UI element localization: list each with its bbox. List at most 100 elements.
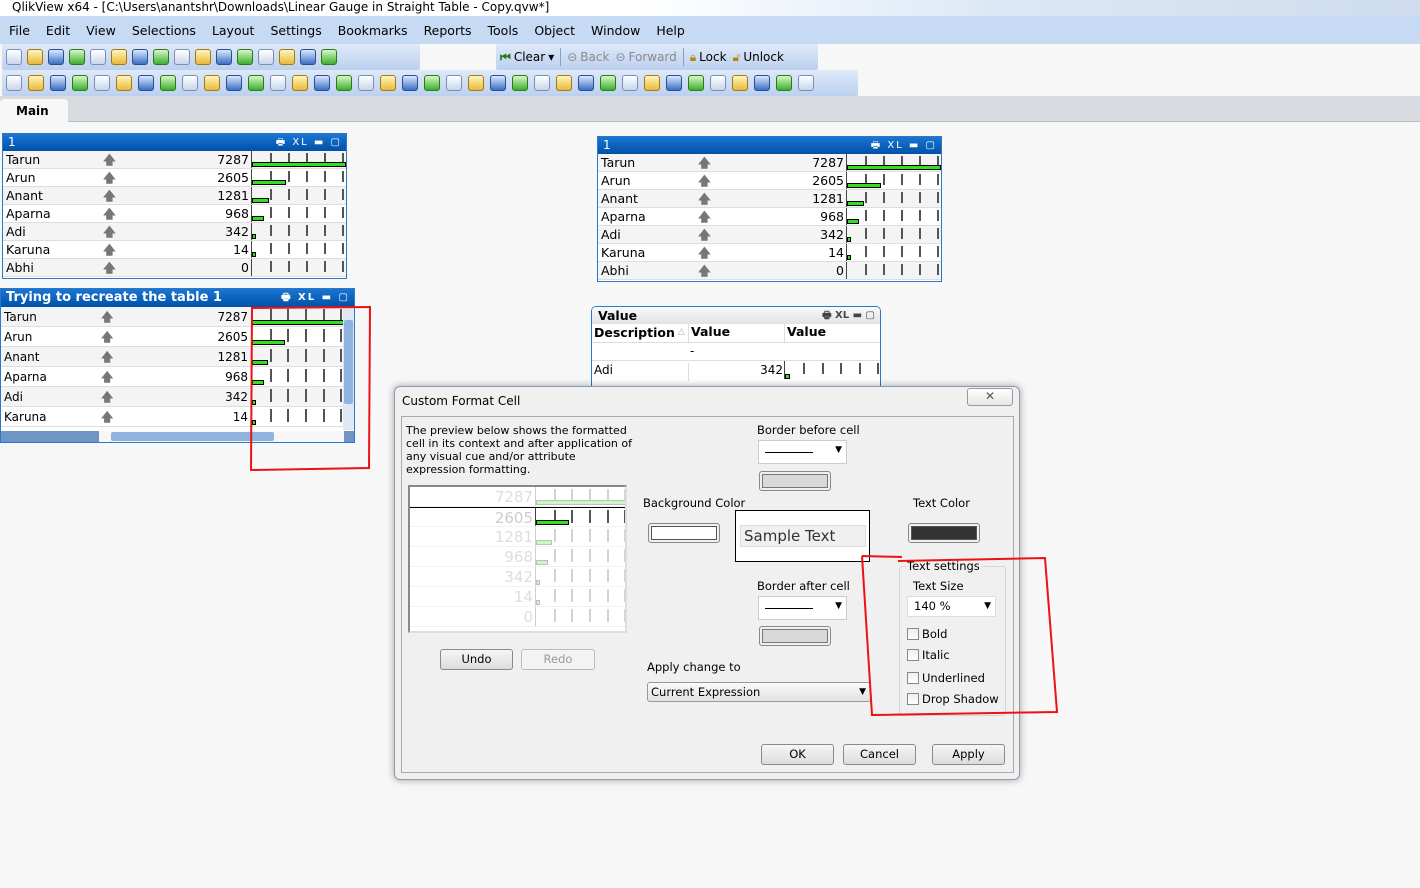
- checkbox-box[interactable]: [907, 649, 919, 661]
- border-before-color[interactable]: [759, 471, 831, 491]
- window-controls[interactable]: 🖶 XL ▬ ▢: [822, 307, 875, 324]
- menu-selections[interactable]: Selections: [132, 23, 196, 38]
- context-help-icon[interactable]: [321, 49, 337, 65]
- menu-window[interactable]: Window: [591, 23, 640, 38]
- table-row[interactable]: Karuna 🡅 14: [1, 407, 354, 427]
- listbox-icon[interactable]: [94, 75, 110, 91]
- column-header-description[interactable]: Description: [594, 325, 675, 340]
- table-row[interactable]: Arun 🡅 2605: [3, 169, 346, 187]
- reload-data-icon[interactable]: [132, 49, 148, 65]
- border-before-select[interactable]: ▼: [758, 440, 847, 464]
- chart-icon[interactable]: [182, 75, 198, 91]
- straight-table-1-copy[interactable]: 1 🖶 XL ▬ ▢ Tarun 🡅 7287 Arun 🡅 2605 Anant…: [597, 136, 942, 282]
- center-v-icon[interactable]: [578, 75, 594, 91]
- menu-reports[interactable]: Reports: [424, 23, 472, 38]
- align-bottom-icon[interactable]: [556, 75, 572, 91]
- apply-button[interactable]: Apply: [932, 744, 1005, 765]
- sheet-properties-icon[interactable]: [72, 75, 88, 91]
- straight-table-1[interactable]: 1 🖶 XL ▬ ▢ Tarun 🡅 7287 Arun 🡅 2605 Anant…: [2, 133, 347, 279]
- apply-change-to-select[interactable]: Current Expression ▼: [647, 682, 871, 702]
- align-top-icon[interactable]: [600, 75, 616, 91]
- chart-wizard-icon[interactable]: [237, 49, 253, 65]
- table-row[interactable]: Abhi 🡅 0: [3, 259, 346, 277]
- edit-script-icon[interactable]: [111, 49, 127, 65]
- print-icon[interactable]: [90, 49, 106, 65]
- checkbox-box[interactable]: [907, 628, 919, 640]
- text-color-swatch[interactable]: [908, 523, 980, 543]
- reload-icon[interactable]: [48, 49, 64, 65]
- checkbox-italic[interactable]: Italic: [907, 648, 950, 662]
- align-icon[interactable]: [468, 75, 484, 91]
- search-icon[interactable]: [195, 49, 211, 65]
- undo-icon[interactable]: [153, 49, 169, 65]
- slider-icon[interactable]: [314, 75, 330, 91]
- check-icon[interactable]: [216, 49, 232, 65]
- lock-button[interactable]: 🔒︎ Lock: [690, 50, 727, 65]
- straight-table-recreate[interactable]: Trying to recreate the table 1 🖶 XL ▬ ▢ T…: [0, 288, 355, 443]
- document-icon[interactable]: [798, 75, 814, 91]
- tab-main[interactable]: Main: [0, 99, 68, 123]
- table-row[interactable]: Anant 🡅 1281: [598, 190, 941, 208]
- horizontal-scrollbar[interactable]: [1, 431, 354, 442]
- checkbox-underlined[interactable]: Underlined: [907, 671, 985, 685]
- table-row[interactable]: Adi 🡅 342: [1, 387, 354, 407]
- space-v-icon[interactable]: [644, 75, 660, 91]
- table-row[interactable]: Arun 🡅 2605: [1, 327, 354, 347]
- value-table[interactable]: Value 🖶 XL ▬ ▢ Description △ Value Value…: [591, 306, 881, 390]
- unlock-button[interactable]: 🔓︎ Unlock: [733, 50, 784, 65]
- window-controls[interactable]: 🖶 XL ▬ ▢: [276, 134, 342, 151]
- table-row[interactable]: Aparna 🡅 968: [598, 208, 941, 226]
- button-icon[interactable]: [248, 75, 264, 91]
- back-button[interactable]: ⊝ Back: [567, 50, 609, 64]
- checkbox-bold[interactable]: Bold: [907, 627, 947, 641]
- ok-button[interactable]: OK: [761, 744, 834, 765]
- text-size-select[interactable]: 140 % ▼: [907, 596, 996, 617]
- menu-help[interactable]: Help: [656, 23, 685, 38]
- save-icon[interactable]: [69, 49, 85, 65]
- table-row[interactable]: Adi 342: [592, 361, 880, 381]
- column-header-value-gauge[interactable]: Value: [784, 324, 826, 343]
- move-left-icon[interactable]: [28, 75, 44, 91]
- align-right-icon[interactable]: [534, 75, 550, 91]
- menu-settings[interactable]: Settings: [270, 23, 321, 38]
- checkbox-drop-shadow[interactable]: Drop Shadow: [907, 692, 999, 706]
- table-row[interactable]: Arun 🡅 2605: [598, 172, 941, 190]
- table-row[interactable]: Aparna 🡅 968: [3, 205, 346, 223]
- clear-button[interactable]: ⏮ Clear ▾: [500, 50, 554, 65]
- scroll-thumb[interactable]: [344, 320, 353, 404]
- menu-view[interactable]: View: [86, 23, 116, 38]
- favorite-icon[interactable]: [258, 49, 274, 65]
- bookmark-object-icon[interactable]: [336, 75, 352, 91]
- checkbox-box[interactable]: [907, 672, 919, 684]
- border-after-color[interactable]: [759, 626, 831, 646]
- line-arrow-icon[interactable]: [292, 75, 308, 91]
- open-icon[interactable]: [27, 49, 43, 65]
- menu-object[interactable]: Object: [534, 23, 575, 38]
- center-h-icon[interactable]: [512, 75, 528, 91]
- new-sheet-icon[interactable]: [6, 75, 22, 91]
- container-icon[interactable]: [380, 75, 396, 91]
- menu-bookmarks[interactable]: Bookmarks: [338, 23, 408, 38]
- help-icon[interactable]: [300, 49, 316, 65]
- redo-icon[interactable]: [174, 49, 190, 65]
- table-row[interactable]: Tarun 🡅 7287: [598, 154, 941, 172]
- chart-wizard-icon[interactable]: [424, 75, 440, 91]
- space-h-icon[interactable]: [622, 75, 638, 91]
- checkbox-box[interactable]: [907, 693, 919, 705]
- table-row[interactable]: Adi 🡅 342: [598, 226, 941, 244]
- table-row[interactable]: Anant 🡅 1281: [3, 187, 346, 205]
- align-left-icon[interactable]: [490, 75, 506, 91]
- table-row[interactable]: Abhi 🡅 0: [598, 262, 941, 280]
- border-after-select[interactable]: ▼: [758, 596, 847, 620]
- table-row[interactable]: Tarun 🡅 7287: [1, 307, 354, 327]
- statistics-box-icon[interactable]: [116, 75, 132, 91]
- scroll-thumb[interactable]: [111, 432, 274, 441]
- table-row[interactable]: Anant 🡅 1281: [1, 347, 354, 367]
- share-icon[interactable]: [776, 75, 792, 91]
- column-header-value[interactable]: Value: [688, 324, 730, 343]
- input-box-icon[interactable]: [204, 75, 220, 91]
- cancel-button[interactable]: Cancel: [843, 744, 916, 765]
- menu-tools[interactable]: Tools: [488, 23, 519, 38]
- edit-icon[interactable]: [279, 49, 295, 65]
- text-object-icon[interactable]: [270, 75, 286, 91]
